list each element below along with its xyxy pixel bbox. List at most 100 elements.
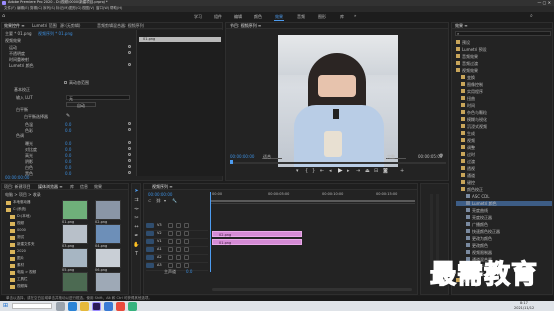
settings-wrench-icon[interactable]: ⚙ — [439, 154, 443, 159]
taskbar-search-box[interactable] — [12, 303, 52, 309]
effects-tree-item[interactable]: 模糊与锐化 — [456, 117, 552, 122]
go-to-in-icon[interactable]: ⇤ — [320, 169, 324, 174]
app-icon-7[interactable] — [128, 302, 137, 311]
timeline-ruler[interactable]: 00:00 00:00:05:00 00:00:10:00 00:00:15:0… — [210, 192, 415, 272]
tab-media-browser[interactable]: 媒体浏览器 ≡ — [38, 185, 63, 189]
program-timecode-left[interactable]: 00:00:00:00 — [230, 155, 254, 159]
effects-tree-item[interactable]: 亮度校正器 — [456, 215, 552, 220]
eye-icon[interactable] — [176, 223, 181, 228]
linked-select-icon[interactable]: ⛓ — [156, 199, 161, 203]
blacks-reset-icon[interactable] — [128, 171, 131, 174]
shadows-reset-icon[interactable] — [128, 159, 131, 162]
blacks-value[interactable]: 0.0 — [65, 171, 71, 176]
tab-program[interactable]: 节目: 视频序列 ≡ — [230, 24, 261, 28]
effects-tree-item[interactable]: ASC CDL — [456, 194, 552, 199]
exposure-reset-icon[interactable] — [128, 141, 131, 144]
app-icon-6[interactable] — [116, 302, 125, 311]
effects-tree-item[interactable]: 视频效果 — [456, 68, 552, 73]
track-target-toggle[interactable] — [146, 263, 154, 268]
mute-icon[interactable] — [176, 255, 181, 260]
media-thumbnail[interactable] — [62, 272, 88, 292]
auto-button[interactable]: 自动 — [66, 102, 96, 107]
effects-tree-item[interactable]: 键控 — [456, 180, 552, 185]
fx-opacity-row[interactable]: 不透明度 — [5, 50, 133, 56]
search-icon[interactable]: ⌕ — [530, 14, 533, 19]
workspace-assembly[interactable]: 组件 — [214, 15, 222, 19]
source-clip-label[interactable]: 主要 * 01.png — [5, 32, 32, 36]
highlights-reset-icon[interactable] — [128, 153, 131, 156]
clip-01[interactable]: 01.png — [212, 239, 302, 245]
work-area-bar[interactable] — [210, 200, 415, 202]
track-target-toggle[interactable] — [146, 247, 154, 252]
extract-icon[interactable]: ⊟ — [374, 169, 378, 174]
lock-icon[interactable] — [168, 255, 173, 260]
basic-correction-label[interactable]: 基本校正 — [14, 88, 30, 92]
menu-clip[interactable]: 剪辑(C) — [30, 6, 42, 11]
folder-tree-item[interactable]: 视频库 — [4, 284, 60, 290]
menu-sequence[interactable]: 序列(S) — [43, 6, 55, 11]
home-icon[interactable]: ⌂ — [2, 14, 5, 19]
add-marker-icon[interactable]: ▾ — [164, 199, 166, 203]
effects-tree-item[interactable]: 快速颜色校正器 — [456, 229, 552, 234]
effects-search-input[interactable]: ⌕ — [455, 31, 551, 36]
media-thumbnail[interactable] — [62, 224, 88, 244]
effects-tree-item[interactable]: 杂色与颗粒 — [456, 110, 552, 115]
folder-tree-item[interactable]: 视频 — [4, 221, 60, 227]
tab-project[interactable]: 项目: 新建项目 — [4, 185, 31, 189]
track-target-toggle[interactable] — [146, 239, 154, 244]
solo-icon[interactable] — [184, 255, 189, 260]
effects-tree-item[interactable]: 调整 — [456, 145, 552, 150]
menu-marker[interactable]: 标记(M) — [56, 6, 69, 11]
ec-timecode[interactable]: 00:00:00:00 — [5, 176, 29, 180]
workspace-graphics[interactable]: 图形 — [318, 15, 326, 19]
premiere-taskbar-icon[interactable] — [92, 302, 101, 311]
edge-icon[interactable] — [68, 302, 77, 311]
contrast-row[interactable]: 对比度 0.0 — [5, 146, 133, 152]
tint-reset-icon[interactable] — [128, 128, 131, 131]
tab-lumetri-scopes[interactable]: Lumetri 范围 — [32, 24, 57, 28]
exposure-row[interactable]: 曝光 0.0 — [5, 140, 133, 146]
temp-reset-icon[interactable] — [128, 122, 131, 125]
tint-row[interactable]: 色彩 0.0 — [5, 127, 133, 133]
effects-tree-item[interactable]: 过渡 — [456, 159, 552, 164]
effects-tree-item[interactable]: 音频效果 — [456, 54, 552, 59]
media-thumbnail[interactable] — [62, 200, 88, 220]
folder-tree-item[interactable]: 新建文件夹 — [4, 242, 60, 248]
highlights-row[interactable]: 高光 0.0 — [5, 152, 133, 158]
lock-icon[interactable] — [168, 231, 173, 236]
tab-effects-small[interactable]: 效果 — [94, 185, 102, 189]
track-target-toggle[interactable] — [146, 231, 154, 236]
snap-icon[interactable]: ⊂ — [148, 199, 151, 203]
contrast-reset-icon[interactable] — [128, 147, 131, 150]
effects-tree-item[interactable]: Lumetri 预设 — [456, 47, 552, 52]
clip-02[interactable]: 02.png — [212, 231, 302, 237]
lock-icon[interactable] — [168, 239, 173, 244]
windows-start-icon[interactable]: ⊞ — [3, 303, 8, 309]
tab-sequence[interactable]: 视频序列 ≡ — [152, 185, 173, 189]
workspace-audio[interactable]: 音频 — [297, 15, 305, 19]
whites-row[interactable]: 白色 0.0 — [5, 164, 133, 170]
solo-icon[interactable] — [184, 263, 189, 268]
workspace-effects[interactable]: 效果 — [275, 15, 283, 19]
mute-icon[interactable] — [176, 247, 181, 252]
effects-tree-item[interactable]: 预设 — [456, 40, 552, 45]
media-thumbnail[interactable] — [62, 248, 88, 268]
effects-tree-item[interactable]: 颜色校正 — [456, 187, 552, 192]
effects-tree-item[interactable]: 图像控制 — [456, 82, 552, 87]
tab-effects[interactable]: 效果 ≡ — [455, 24, 468, 28]
folder-tree-item[interactable]: 图片 — [4, 256, 60, 262]
media-thumbnail[interactable] — [95, 272, 121, 292]
fx-motion-row[interactable]: 运动 — [5, 44, 133, 50]
slip-tool-icon[interactable]: ↔ — [133, 224, 140, 231]
fx-motion-icon[interactable] — [128, 45, 131, 48]
temp-row[interactable]: 色温 0.0 — [5, 121, 133, 127]
timeline-settings-icon[interactable]: 🔧 — [172, 199, 177, 203]
lock-icon[interactable] — [168, 263, 173, 268]
folder-tree-item[interactable]: 测试 — [4, 235, 60, 241]
media-thumbnail[interactable] — [95, 200, 121, 220]
workspace-color[interactable]: 颜色 — [254, 15, 262, 19]
taskview-icon[interactable] — [56, 302, 65, 311]
effects-tree-item[interactable]: 更改为颜色 — [456, 236, 552, 241]
track-header[interactable]: A3 — [146, 262, 208, 271]
effects-tree-item[interactable]: 沉浸式视频 — [456, 124, 552, 129]
